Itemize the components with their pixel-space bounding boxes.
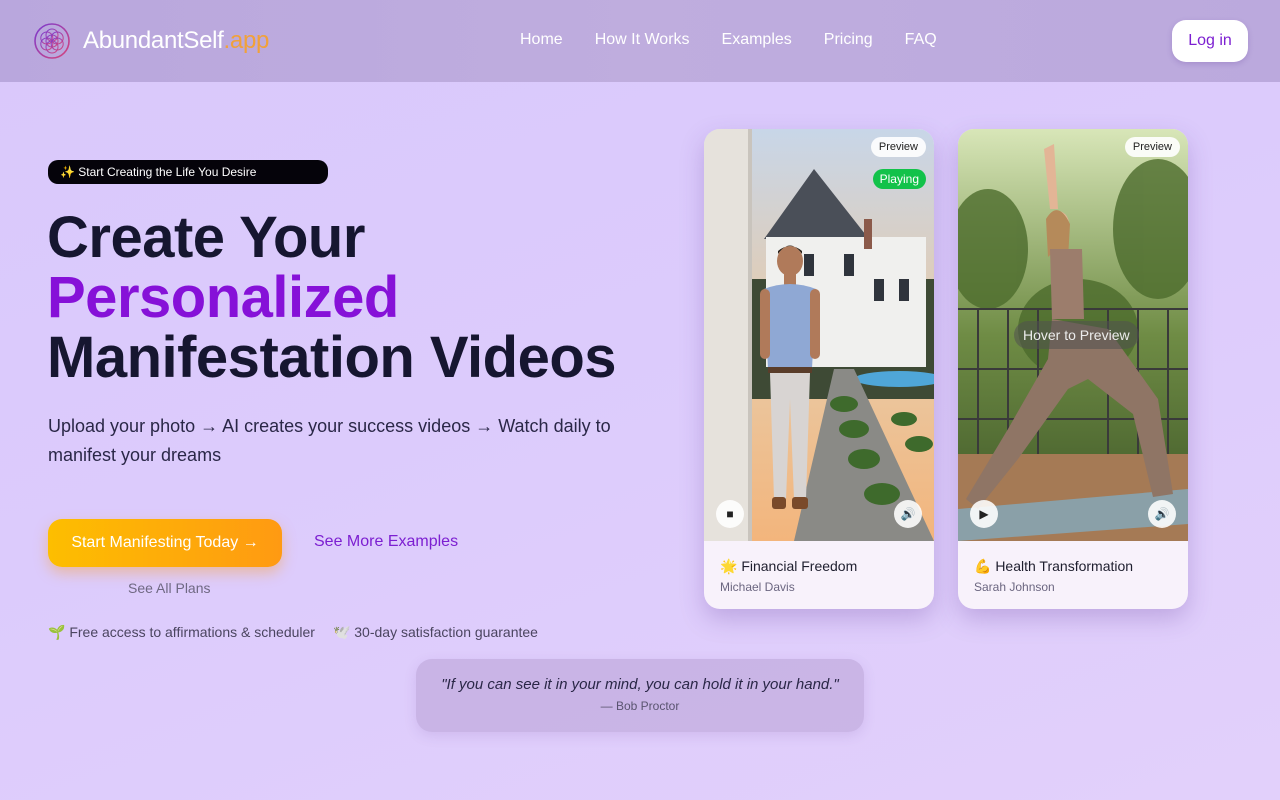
nav-how-it-works[interactable]: How It Works (595, 31, 690, 49)
hover-to-preview-hint: Hover to Preview (1014, 321, 1139, 349)
headline-accent: Personalized (47, 265, 399, 330)
mansion-scene-image (704, 129, 934, 541)
start-manifesting-button[interactable]: Start Manifesting Today → (48, 519, 282, 567)
headline-line-1: Create Your (47, 205, 365, 270)
quote-author: — Bob Proctor (600, 699, 680, 713)
hero-subtitle: Upload your photo → AI creates your succ… (48, 416, 611, 465)
perks-row: 🌱 Free access to affirmations & schedule… (48, 624, 538, 641)
perk-free-access: 🌱 Free access to affirmations & schedule… (48, 624, 315, 640)
quote-box: "If you can see it in your mind, you can… (416, 659, 864, 732)
hero-headline: Create Your Personalized Manifestation V… (47, 205, 617, 390)
preview-badge: Preview (870, 137, 926, 157)
see-all-plans-link[interactable]: See All Plans (128, 580, 211, 596)
nav-home[interactable]: Home (520, 31, 563, 49)
main-nav: Home How It Works Examples Pricing FAQ (520, 31, 937, 49)
nav-pricing[interactable]: Pricing (824, 31, 873, 49)
login-button[interactable]: Log in (1172, 20, 1248, 62)
playing-badge: Playing (872, 169, 926, 189)
card-title: 💪 Health Transformation (974, 558, 1134, 574)
nav-faq[interactable]: FAQ (905, 31, 937, 49)
card-person-name: Michael Davis (720, 580, 795, 594)
card-info: 💪 Health Transformation Sarah Johnson (974, 558, 1133, 594)
hero-tagline-pill: ✨ Start Creating the Life You Desire (48, 160, 328, 184)
volume-icon[interactable]: 🔊 (894, 500, 922, 528)
video-card-health-transformation[interactable]: Preview Hover to Preview ▶ 🔊 💪 Health Tr… (958, 129, 1188, 609)
card-title: 🌟 Financial Freedom (720, 558, 858, 574)
card-info: 🌟 Financial Freedom Michael Davis (720, 558, 857, 594)
perk-guarantee: 🕊️ 30-day satisfaction guarantee (332, 624, 538, 640)
quote-text: "If you can see it in your mind, you can… (441, 676, 839, 693)
video-thumbnail[interactable]: Preview Playing ■ 🔊 (704, 129, 934, 541)
video-thumbnail[interactable]: Preview Hover to Preview ▶ 🔊 (958, 129, 1188, 541)
preview-badge: Preview (1124, 137, 1180, 157)
card-person-name: Sarah Johnson (974, 580, 1055, 594)
video-card-financial-freedom[interactable]: Preview Playing ■ 🔊 🌟 Financial Freedom … (704, 129, 934, 609)
headline-line-3: Manifestation Videos (47, 325, 617, 390)
brand-name: AbundantSelf.app (83, 27, 270, 54)
brand-logo[interactable]: AbundantSelf.app (34, 23, 269, 59)
volume-icon[interactable]: 🔊 (1148, 500, 1176, 528)
play-icon[interactable]: ▶ (970, 500, 998, 528)
see-more-examples-link[interactable]: See More Examples (314, 533, 458, 551)
nav-examples[interactable]: Examples (722, 31, 792, 49)
top-navbar: AbundantSelf.app Home How It Works Examp… (0, 0, 1280, 82)
stop-icon[interactable]: ■ (716, 500, 744, 528)
flower-of-life-icon (34, 23, 70, 59)
